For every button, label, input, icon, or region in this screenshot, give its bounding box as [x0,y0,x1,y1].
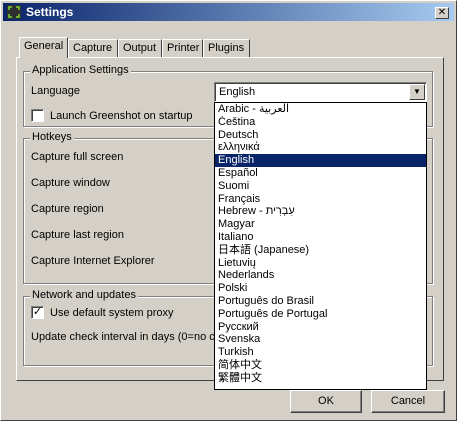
language-option[interactable]: Nederlands [215,269,426,282]
capture-internet-explorer-label: Capture Internet Explorer [31,255,155,267]
capture-window-label: Capture window [31,177,110,189]
settings-dialog: Settings ✕ General Capture Output Printe… [0,0,457,421]
language-label: Language [31,85,80,97]
language-option[interactable]: Deutsch [215,129,426,142]
tab-output[interactable]: Output [118,39,162,57]
language-select-value: English [219,86,256,98]
language-option[interactable]: Hebrew - עִבְרִית [215,205,426,218]
launch-on-startup-label: Launch Greenshot on startup [50,110,193,122]
check-icon: ✓ [32,306,43,318]
ok-button[interactable]: OK [290,390,362,413]
network-updates-title: Network and updates [30,289,138,301]
window-title: Settings [26,5,74,19]
language-option[interactable]: Português de Portugal [215,308,426,321]
greenshot-icon [7,5,21,19]
close-icon: ✕ [437,7,447,18]
launch-on-startup-checkbox[interactable] [31,109,44,122]
language-option[interactable]: Svenska [215,333,426,346]
language-select[interactable]: English ▼ [214,82,427,102]
language-option[interactable]: ελληνικά [215,141,426,154]
language-option[interactable]: Magyar [215,218,426,231]
close-button[interactable]: ✕ [435,7,449,19]
tab-printer[interactable]: Printer [162,39,203,57]
use-default-proxy-checkbox[interactable]: ✓ [31,306,44,319]
capture-full-screen-label: Capture full screen [31,151,124,163]
hotkeys-title: Hotkeys [30,131,74,143]
language-option[interactable]: English [215,154,426,167]
capture-last-region-label: Capture last region [31,229,124,241]
application-settings-title: Application Settings [30,64,131,76]
language-option[interactable]: Português do Brasil [215,295,426,308]
capture-region-label: Capture region [31,203,104,215]
language-option[interactable]: 繁體中文 [215,372,426,385]
update-interval-label: Update check interval in days (0=no ch [31,331,214,343]
language-option[interactable]: Turkish [215,346,426,359]
language-option[interactable]: Suomi [215,180,426,193]
language-option[interactable]: Español [215,167,426,180]
language-option[interactable]: Русский [215,321,426,334]
tab-general[interactable]: General [19,37,68,58]
tab-capture[interactable]: Capture [68,39,118,57]
cancel-button[interactable]: Cancel [371,390,445,413]
language-option[interactable]: Italiano [215,231,426,244]
chevron-down-icon[interactable]: ▼ [409,84,425,100]
language-dropdown-list: Arabic - العربية Čeština Deutsch ελληνικά En… [214,102,427,390]
language-option[interactable]: Čeština [215,116,426,129]
title-bar[interactable]: Settings ✕ [3,3,454,21]
use-default-proxy-label: Use default system proxy [50,307,174,319]
language-option[interactable]: 日本語 (Japanese) [215,244,426,257]
language-option[interactable]: Arabic - العربية [215,103,426,116]
language-option[interactable]: Polski [215,282,426,295]
language-option[interactable]: Français [215,193,426,206]
tab-plugins[interactable]: Plugins [203,39,250,57]
language-option[interactable]: Lietuvių [215,257,426,270]
language-option[interactable]: 简体中文 [215,359,426,372]
